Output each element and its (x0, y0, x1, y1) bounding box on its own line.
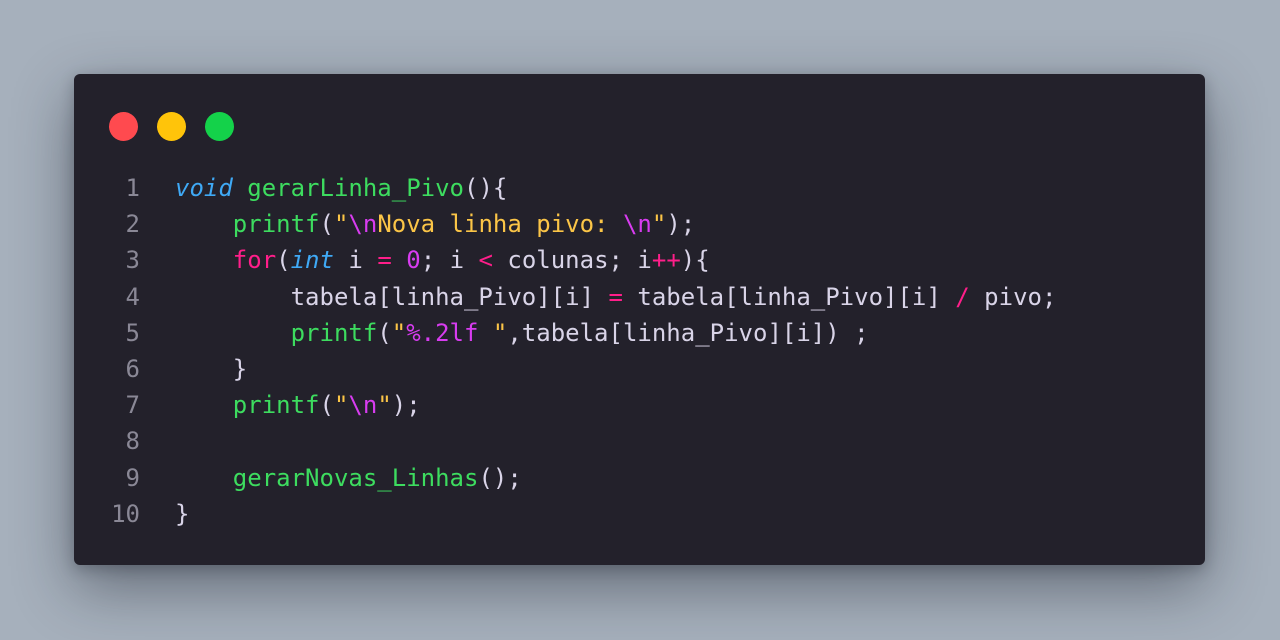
code-token: 0 (406, 246, 421, 275)
code-token: printf (232, 391, 320, 420)
code-line[interactable]: 2 printf("\nNova linha pivo: \n"); (74, 206, 1205, 242)
code-token: int (290, 246, 334, 275)
code-line[interactable]: 5 printf("%.2lf ",tabela[linha_Pivo][i])… (74, 315, 1205, 351)
code-token: " (333, 210, 349, 239)
line-number: 7 (125, 391, 140, 420)
minimize-button[interactable] (157, 112, 186, 141)
code-token: ); (666, 210, 696, 239)
code-token: = (377, 246, 392, 275)
line-source: void gerarLinha_Pivo(){ (175, 170, 507, 206)
line-number: 4 (125, 282, 140, 311)
code-token: ); (391, 391, 421, 420)
line-number: 10 (111, 499, 140, 528)
code-token: \n (348, 391, 378, 420)
code-editor[interactable]: 1 void gerarLinha_Pivo(){2 printf("\nNova… (74, 170, 1205, 532)
code-token: ( (319, 391, 334, 420)
code-token: \n (622, 210, 652, 239)
code-token: " (478, 318, 508, 347)
code-token: colunas; i (492, 246, 652, 275)
code-token: " (391, 318, 407, 347)
code-token: tabela[linha_Pivo][i] (290, 282, 609, 311)
code-token: gerarLinha_Pivo (247, 174, 464, 202)
code-line[interactable]: 8 (74, 423, 1205, 459)
code-token: gerarNovas_Linhas (232, 463, 479, 492)
code-line[interactable]: 7 printf("\n"); (74, 387, 1205, 423)
code-token: printf (290, 318, 378, 347)
code-token: Nova linha pivo: (377, 210, 623, 239)
line-number: 1 (125, 174, 140, 202)
code-line[interactable]: 4 tabela[linha_Pivo][i] = tabela[linha_P… (74, 279, 1205, 315)
code-token: pivo; (969, 282, 1057, 311)
code-token: ( (377, 318, 392, 347)
code-token: for (232, 246, 277, 275)
close-button[interactable] (109, 112, 138, 141)
code-token: ){ (680, 246, 710, 275)
line-source: for(int i = 0; i < colunas; i++){ (175, 242, 710, 278)
line-source: printf("\n"); (175, 387, 421, 423)
code-token: = (608, 282, 623, 311)
code-window: 1 void gerarLinha_Pivo(){2 printf("\nNova… (74, 74, 1205, 565)
maximize-button[interactable] (205, 112, 234, 141)
code-line[interactable]: 9 gerarNovas_Linhas(); (74, 460, 1205, 496)
code-token: void (175, 174, 233, 202)
line-number: 5 (125, 318, 140, 347)
code-token: (){ (464, 174, 508, 202)
code-line[interactable]: 1 void gerarLinha_Pivo(){ (74, 170, 1205, 206)
code-token: (); (478, 463, 522, 492)
line-number: 8 (125, 427, 140, 456)
line-number: 2 (125, 210, 140, 239)
code-token: ( (319, 210, 334, 239)
code-token: i (333, 246, 378, 275)
code-token: " (377, 391, 392, 420)
code-token: } (175, 499, 190, 528)
code-token: " (333, 391, 349, 420)
line-number: 3 (125, 246, 140, 275)
code-token: < (478, 246, 493, 275)
line-source: tabela[linha_Pivo][i] = tabela[linha_Piv… (175, 279, 1057, 315)
code-token: ++ (651, 246, 681, 275)
code-token: / (955, 282, 970, 311)
code-token: ; i (420, 246, 479, 275)
code-token: %.2lf (406, 318, 479, 347)
code-token: ,tabela[linha_Pivo][i]) ; (507, 318, 869, 347)
line-source: gerarNovas_Linhas(); (175, 460, 522, 496)
code-token: \n (348, 210, 378, 239)
code-line[interactable]: 10} (74, 496, 1205, 532)
code-line[interactable]: 6 } (74, 351, 1205, 387)
code-token: } (232, 354, 248, 383)
line-number: 9 (125, 463, 140, 492)
line-source: printf("%.2lf ",tabela[linha_Pivo][i]) ; (175, 315, 869, 351)
code-token: ( (276, 246, 291, 275)
code-token: tabela[linha_Pivo][i] (622, 282, 956, 311)
code-token: " (651, 210, 667, 239)
line-source: } (175, 351, 247, 387)
code-line[interactable]: 3 for(int i = 0; i < colunas; i++){ (74, 242, 1205, 278)
code-token: printf (232, 210, 320, 239)
line-number: 6 (125, 354, 140, 383)
line-source: printf("\nNova linha pivo: \n"); (175, 206, 695, 242)
line-source: } (175, 496, 189, 532)
